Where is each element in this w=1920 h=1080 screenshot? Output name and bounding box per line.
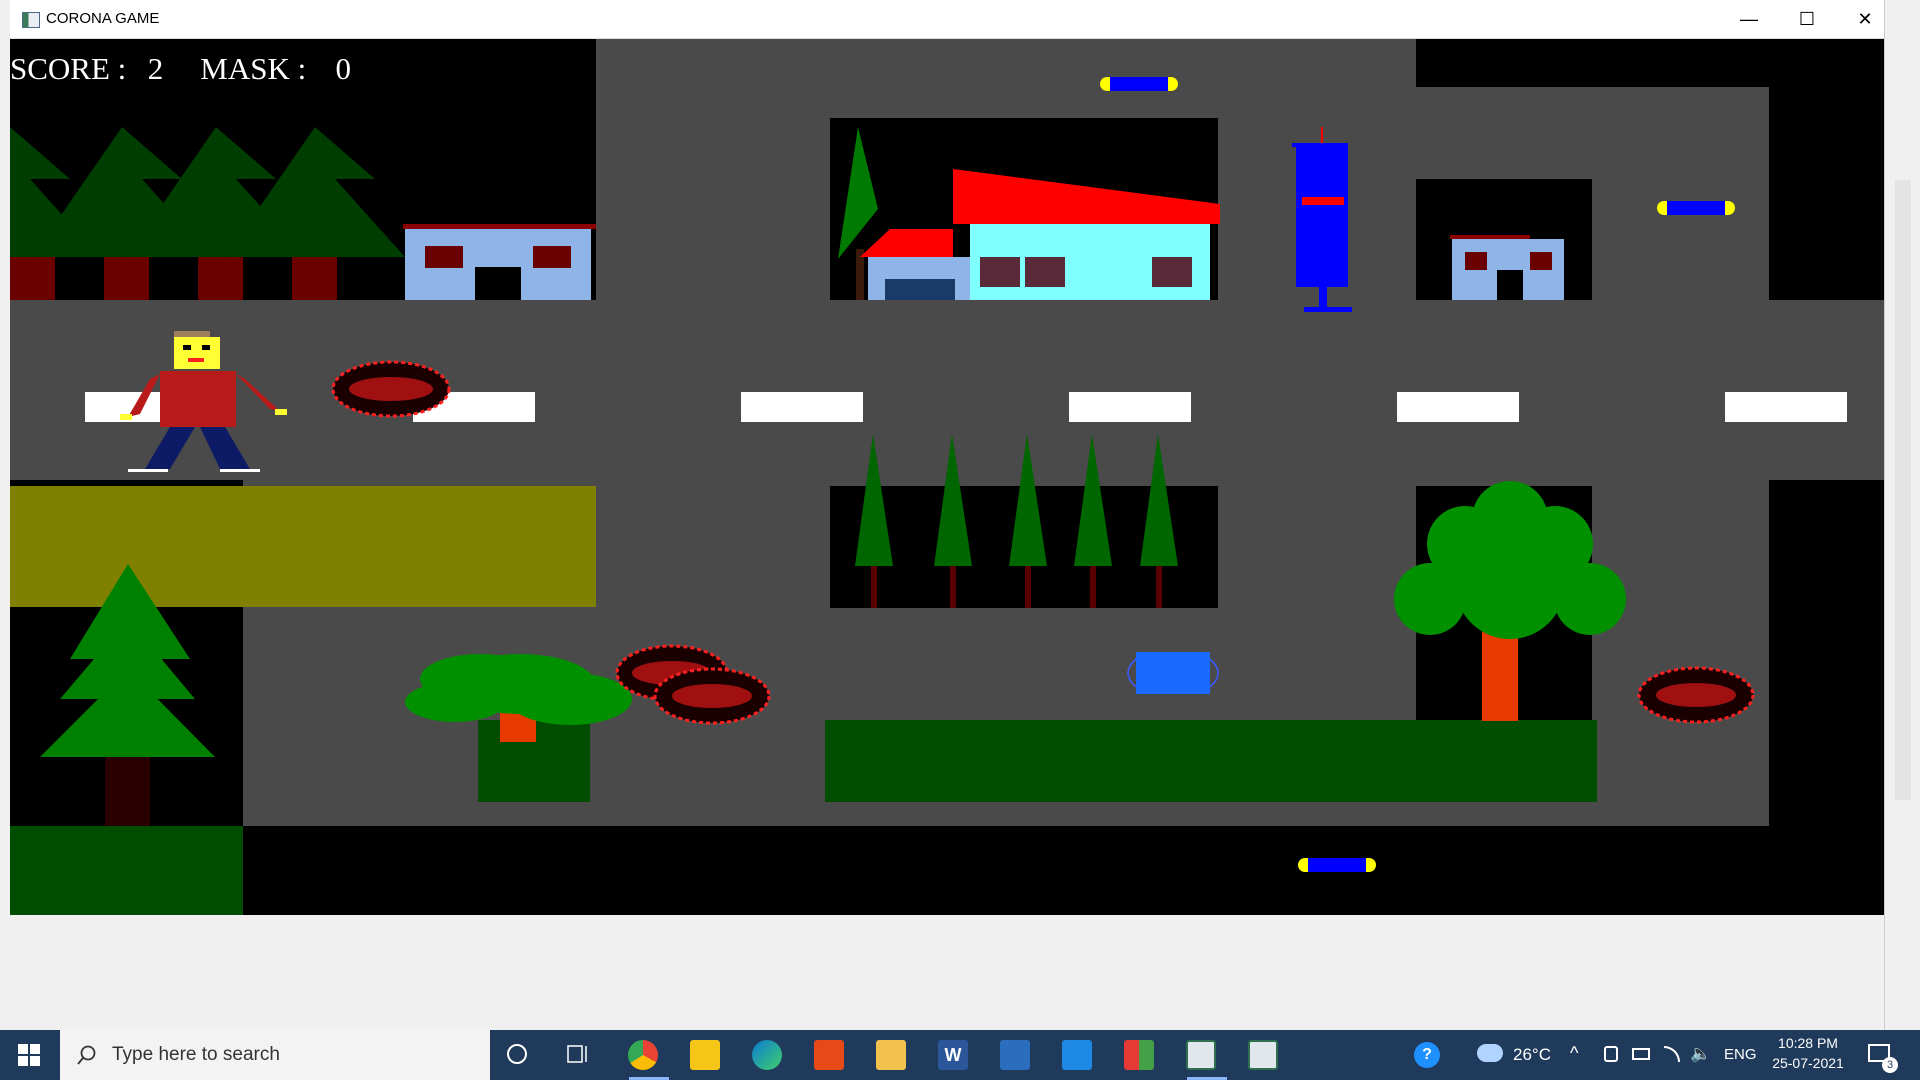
language-indicator[interactable]: ENG [1724, 1046, 1757, 1063]
chevron-up-icon[interactable]: ^ [1570, 1043, 1578, 1064]
road-horizontal [10, 300, 1884, 480]
office-icon[interactable] [814, 1040, 844, 1070]
weather-icon[interactable] [1477, 1044, 1503, 1062]
mask-label: MASK : [200, 51, 307, 86]
house-small-left [403, 224, 596, 300]
window-title: CORONA GAME [46, 10, 160, 27]
help-icon[interactable]: ? [1414, 1042, 1440, 1068]
app-icon [22, 12, 40, 28]
grass-bottom-left [10, 826, 243, 915]
speaker-icon[interactable]: 🔈 [1690, 1044, 1711, 1064]
score-value: 2 [147, 51, 164, 86]
photos-icon[interactable] [1000, 1040, 1030, 1070]
minimize-button[interactable]: — [1720, 0, 1778, 38]
word-icon[interactable]: W [938, 1040, 968, 1070]
taskbar: Type here to search W ? 26°C ^ 🔈 ENG 10:… [0, 1030, 1920, 1080]
hud: SCORE : 2 MASK : 0 [10, 51, 357, 87]
battery-icon[interactable] [1632, 1048, 1650, 1060]
score-label: SCORE : [10, 51, 127, 86]
window-title-bar[interactable]: CORONA GAME — ☐ ✕ [10, 0, 1884, 39]
virus-3 [653, 667, 771, 725]
virus-4 [1637, 666, 1755, 724]
olive-field [10, 486, 596, 607]
file-explorer-icon[interactable] [876, 1040, 906, 1070]
game-scene [10, 39, 1884, 915]
windows-icon [18, 1044, 40, 1066]
edge-icon[interactable] [752, 1040, 782, 1070]
game-canvas[interactable]: SCORE : 2 MASK : 0 [10, 39, 1884, 915]
temperature[interactable]: 26°C [1513, 1045, 1551, 1065]
store-icon[interactable] [1124, 1040, 1154, 1070]
maximize-button[interactable]: ☐ [1778, 0, 1836, 38]
search-placeholder: Type here to search [112, 1044, 280, 1065]
chrome-icon[interactable] [628, 1040, 658, 1070]
pill-bottom [1298, 858, 1376, 872]
mask-value: 0 [335, 51, 351, 86]
vaccine-syringe [1292, 127, 1352, 312]
clock-time: 10:28 PM [1778, 1035, 1838, 1051]
pill-top [1100, 77, 1178, 91]
video-editor-icon[interactable] [1062, 1040, 1092, 1070]
meet-now-icon[interactable] [1604, 1046, 1618, 1062]
pill-right [1657, 201, 1735, 215]
app-window-icon-2[interactable] [1248, 1040, 1278, 1070]
house-small-right [1450, 235, 1564, 300]
search-icon [77, 1045, 96, 1065]
grass-strip-center [825, 720, 1597, 802]
start-button[interactable] [18, 1044, 40, 1071]
cortana-icon[interactable] [507, 1044, 527, 1064]
notification-count: 3 [1882, 1057, 1898, 1073]
face-mask-pickup [1127, 652, 1219, 694]
clock-date: 25-07-2021 [1772, 1055, 1844, 1071]
app-window-icon-1[interactable] [1186, 1040, 1216, 1070]
sticky-notes-icon[interactable] [690, 1040, 720, 1070]
virus-1 [331, 360, 451, 418]
background-window-edge [1884, 0, 1920, 1030]
background-scrollbar [1895, 180, 1911, 800]
task-view-icon[interactable] [567, 1044, 589, 1064]
wifi-icon[interactable] [1664, 1046, 1680, 1062]
clock[interactable]: 10:28 PM 25-07-2021 [1768, 1035, 1848, 1071]
taskbar-search[interactable]: Type here to search [60, 1030, 490, 1080]
